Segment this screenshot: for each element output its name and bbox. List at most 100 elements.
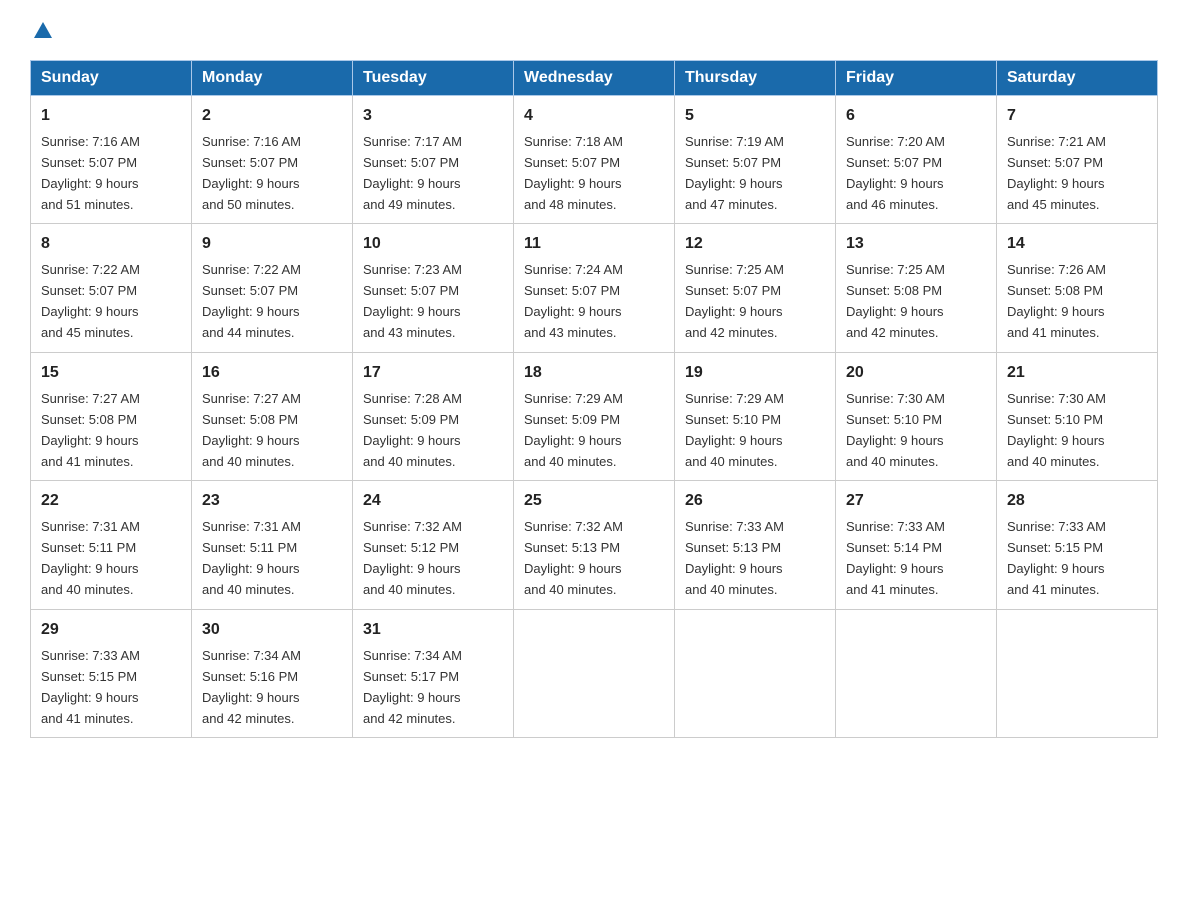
calendar-day-cell: 4Sunrise: 7:18 AMSunset: 5:07 PMDaylight… [514, 96, 675, 224]
calendar-day-cell: 11 Sunrise: 7:24 AMSunset: 5:07 PMDayligh… [514, 224, 675, 352]
calendar-day-cell: 10 Sunrise: 7:23 AMSunset: 5:07 PMDayligh… [353, 224, 514, 352]
day-info: Sunrise: 7:34 AMSunset: 5:17 PMDaylight:… [363, 648, 462, 726]
calendar-header: SundayMondayTuesdayWednesdayThursdayFrid… [31, 61, 1158, 96]
day-info: Sunrise: 7:32 AMSunset: 5:13 PMDaylight:… [524, 519, 623, 597]
calendar-day-cell: 3 Sunrise: 7:17 AMSunset: 5:07 PMDaylight… [353, 96, 514, 224]
day-number: 25 [524, 489, 664, 514]
day-info: Sunrise: 7:19 AMSunset: 5:07 PMDaylight:… [685, 134, 784, 212]
day-number: 12 [685, 232, 825, 257]
calendar-day-cell: 14Sunrise: 7:26 AMSunset: 5:08 PMDayligh… [997, 224, 1158, 352]
day-number: 6 [846, 104, 986, 129]
calendar-day-cell: 6 Sunrise: 7:20 AMSunset: 5:07 PMDaylight… [836, 96, 997, 224]
day-info: Sunrise: 7:34 AMSunset: 5:16 PMDaylight:… [202, 648, 301, 726]
day-number: 2 [202, 104, 342, 129]
day-info: Sunrise: 7:29 AMSunset: 5:09 PMDaylight:… [524, 391, 623, 469]
calendar-day-cell: 16 Sunrise: 7:27 AMSunset: 5:08 PMDayligh… [192, 352, 353, 480]
calendar-week-row: 22 Sunrise: 7:31 AMSunset: 5:11 PMDayligh… [31, 481, 1158, 609]
day-number: 21 [1007, 361, 1147, 386]
day-info: Sunrise: 7:20 AMSunset: 5:07 PMDaylight:… [846, 134, 945, 212]
calendar-week-row: 29 Sunrise: 7:33 AMSunset: 5:15 PMDayligh… [31, 609, 1158, 737]
day-number: 26 [685, 489, 825, 514]
calendar-day-cell: 12 Sunrise: 7:25 AMSunset: 5:07 PMDayligh… [675, 224, 836, 352]
day-info: Sunrise: 7:23 AMSunset: 5:07 PMDaylight:… [363, 262, 462, 340]
day-number: 22 [41, 489, 181, 514]
day-number: 15 [41, 361, 181, 386]
day-number: 18 [524, 361, 664, 386]
calendar-day-cell [836, 609, 997, 737]
day-number: 5 [685, 104, 825, 129]
day-info: Sunrise: 7:32 AMSunset: 5:12 PMDaylight:… [363, 519, 462, 597]
day-info: Sunrise: 7:18 AMSunset: 5:07 PMDaylight:… [524, 134, 623, 212]
calendar-day-cell [514, 609, 675, 737]
day-info: Sunrise: 7:31 AMSunset: 5:11 PMDaylight:… [202, 519, 301, 597]
day-number: 1 [41, 104, 181, 129]
day-number: 7 [1007, 104, 1147, 129]
calendar-day-cell: 17 Sunrise: 7:28 AMSunset: 5:09 PMDayligh… [353, 352, 514, 480]
calendar-day-cell: 5 Sunrise: 7:19 AMSunset: 5:07 PMDaylight… [675, 96, 836, 224]
day-info: Sunrise: 7:27 AMSunset: 5:08 PMDaylight:… [41, 391, 140, 469]
calendar-day-cell: 23 Sunrise: 7:31 AMSunset: 5:11 PMDayligh… [192, 481, 353, 609]
calendar-day-cell: 13Sunrise: 7:25 AMSunset: 5:08 PMDayligh… [836, 224, 997, 352]
day-of-week-header: Monday [192, 61, 353, 96]
calendar-day-cell: 25 Sunrise: 7:32 AMSunset: 5:13 PMDayligh… [514, 481, 675, 609]
calendar-day-cell: 18 Sunrise: 7:29 AMSunset: 5:09 PMDayligh… [514, 352, 675, 480]
day-info: Sunrise: 7:22 AMSunset: 5:07 PMDaylight:… [41, 262, 140, 340]
day-info: Sunrise: 7:28 AMSunset: 5:09 PMDaylight:… [363, 391, 462, 469]
calendar-day-cell: 27 Sunrise: 7:33 AMSunset: 5:14 PMDayligh… [836, 481, 997, 609]
day-number: 23 [202, 489, 342, 514]
days-of-week-row: SundayMondayTuesdayWednesdayThursdayFrid… [31, 61, 1158, 96]
day-info: Sunrise: 7:33 AMSunset: 5:13 PMDaylight:… [685, 519, 784, 597]
day-number: 20 [846, 361, 986, 386]
day-info: Sunrise: 7:22 AMSunset: 5:07 PMDaylight:… [202, 262, 301, 340]
logo-arrow-icon [32, 20, 54, 42]
day-info: Sunrise: 7:29 AMSunset: 5:10 PMDaylight:… [685, 391, 784, 469]
calendar-day-cell: 22Sunrise: 7:31 AMSunset: 5:11 PMDayligh… [31, 481, 192, 609]
calendar-day-cell: 19Sunrise: 7:29 AMSunset: 5:10 PMDayligh… [675, 352, 836, 480]
day-number: 9 [202, 232, 342, 257]
day-number: 8 [41, 232, 181, 257]
day-info: Sunrise: 7:33 AMSunset: 5:15 PMDaylight:… [41, 648, 140, 726]
day-info: Sunrise: 7:17 AMSunset: 5:07 PMDaylight:… [363, 134, 462, 212]
day-number: 17 [363, 361, 503, 386]
day-of-week-header: Thursday [675, 61, 836, 96]
day-number: 14 [1007, 232, 1147, 257]
day-of-week-header: Friday [836, 61, 997, 96]
calendar-day-cell: 20 Sunrise: 7:30 AMSunset: 5:10 PMDayligh… [836, 352, 997, 480]
calendar-day-cell [997, 609, 1158, 737]
day-number: 11 [524, 232, 664, 257]
day-number: 31 [363, 618, 503, 643]
day-info: Sunrise: 7:24 AMSunset: 5:07 PMDaylight:… [524, 262, 623, 340]
page-header [30, 20, 1158, 42]
day-number: 27 [846, 489, 986, 514]
day-info: Sunrise: 7:16 AMSunset: 5:07 PMDaylight:… [202, 134, 301, 212]
day-info: Sunrise: 7:21 AMSunset: 5:07 PMDaylight:… [1007, 134, 1106, 212]
calendar-day-cell: 31 Sunrise: 7:34 AMSunset: 5:17 PMDayligh… [353, 609, 514, 737]
logo [30, 20, 56, 42]
calendar-day-cell: 9 Sunrise: 7:22 AMSunset: 5:07 PMDaylight… [192, 224, 353, 352]
calendar-week-row: 1 Sunrise: 7:16 AMSunset: 5:07 PMDaylight… [31, 96, 1158, 224]
day-number: 10 [363, 232, 503, 257]
day-number: 3 [363, 104, 503, 129]
day-info: Sunrise: 7:16 AMSunset: 5:07 PMDaylight:… [41, 134, 140, 212]
calendar-day-cell: 26 Sunrise: 7:33 AMSunset: 5:13 PMDayligh… [675, 481, 836, 609]
calendar-day-cell [675, 609, 836, 737]
day-of-week-header: Wednesday [514, 61, 675, 96]
calendar-day-cell: 21Sunrise: 7:30 AMSunset: 5:10 PMDayligh… [997, 352, 1158, 480]
day-number: 24 [363, 489, 503, 514]
calendar-day-cell: 30Sunrise: 7:34 AMSunset: 5:16 PMDayligh… [192, 609, 353, 737]
day-number: 29 [41, 618, 181, 643]
day-number: 16 [202, 361, 342, 386]
day-of-week-header: Tuesday [353, 61, 514, 96]
calendar-day-cell: 2 Sunrise: 7:16 AMSunset: 5:07 PMDaylight… [192, 96, 353, 224]
day-info: Sunrise: 7:33 AMSunset: 5:14 PMDaylight:… [846, 519, 945, 597]
day-of-week-header: Saturday [997, 61, 1158, 96]
calendar-table: SundayMondayTuesdayWednesdayThursdayFrid… [30, 60, 1158, 738]
calendar-day-cell: 7 Sunrise: 7:21 AMSunset: 5:07 PMDaylight… [997, 96, 1158, 224]
calendar-body: 1 Sunrise: 7:16 AMSunset: 5:07 PMDaylight… [31, 96, 1158, 738]
day-info: Sunrise: 7:25 AMSunset: 5:07 PMDaylight:… [685, 262, 784, 340]
day-info: Sunrise: 7:30 AMSunset: 5:10 PMDaylight:… [846, 391, 945, 469]
day-info: Sunrise: 7:33 AMSunset: 5:15 PMDaylight:… [1007, 519, 1106, 597]
day-number: 28 [1007, 489, 1147, 514]
day-number: 13 [846, 232, 986, 257]
day-info: Sunrise: 7:27 AMSunset: 5:08 PMDaylight:… [202, 391, 301, 469]
